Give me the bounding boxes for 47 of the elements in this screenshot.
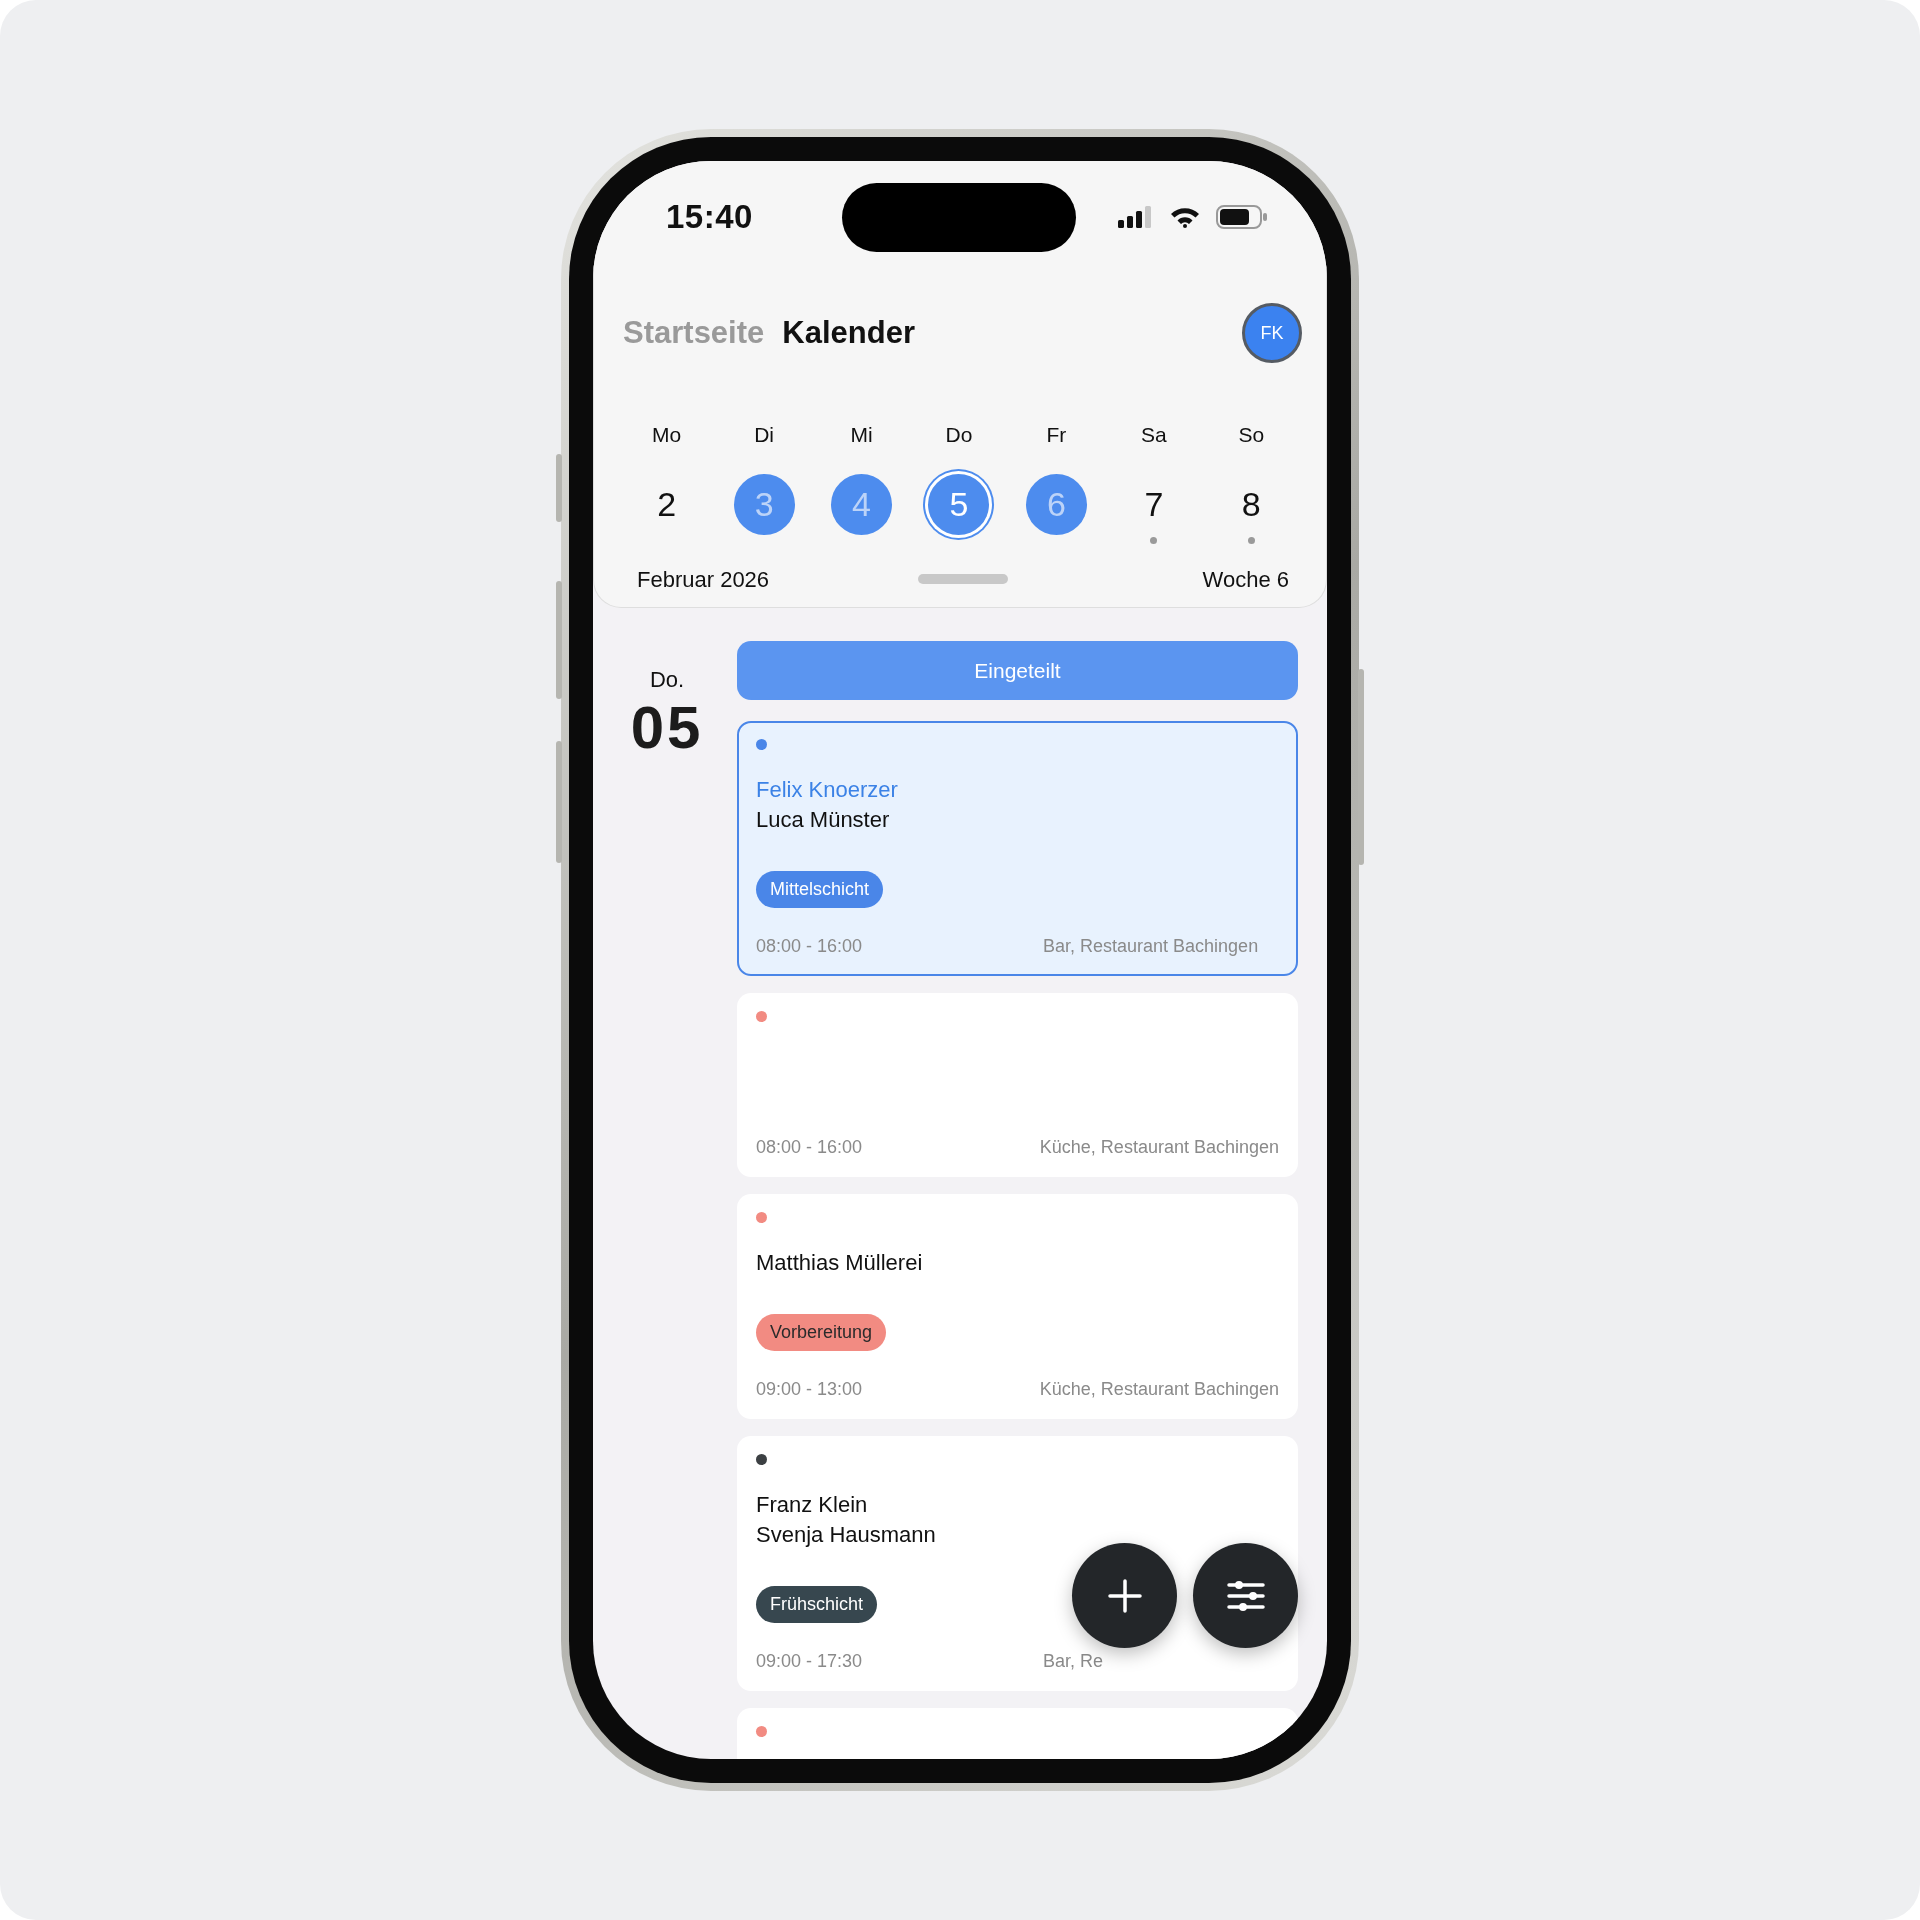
day-button[interactable]: 7 <box>1123 474 1185 535</box>
weekday-label: Do. <box>648 666 686 694</box>
shift-card[interactable]: 08:00 - 16:00 Küche, Restaurant Bachingen <box>737 993 1298 1177</box>
day-number: 05 <box>629 698 705 758</box>
day-button[interactable]: 2 <box>636 474 698 535</box>
weekday-label: So <box>1237 422 1266 448</box>
weekday-label: Sa <box>1140 422 1168 448</box>
shift-tag: Frühschicht <box>756 1586 878 1623</box>
shift-card[interactable]: Felix Knoerzer Luca Münster Mittelschicht 08:00 - 16:00 Bar, Restaurant Bachingen <box>737 721 1298 976</box>
shift-card[interactable]: Matthias Müllerei Vorbereitung 09:00 - 13:00 Küche, Restaurant Bachingen <box>737 1194 1298 1419</box>
weekday-label: Di <box>753 422 776 448</box>
employee-name: Matthias Müllerei <box>756 1249 924 1277</box>
nav-tab[interactable]: Kalender <box>777 309 920 357</box>
battery-icon <box>1216 205 1268 229</box>
month-label: Februar 2026 <box>637 565 771 594</box>
wifi-icon <box>1170 206 1200 228</box>
shift-location: Bar, Restaurant Bachingen <box>1043 935 1260 957</box>
day-button[interactable]: 8 <box>1220 474 1282 535</box>
employee-name: Luca Münster <box>756 806 891 834</box>
week-label: Woche 6 <box>1201 565 1289 594</box>
shift-location: Bar, Re <box>1043 1650 1105 1672</box>
shift-time: 09:00 - 13:00 <box>756 1378 863 1400</box>
nav-tab[interactable]: Startseite <box>618 309 770 357</box>
status-time: 15:40 <box>666 197 753 238</box>
shift-time: 08:00 - 16:00 <box>756 935 863 957</box>
shift-tag: Mittelschicht <box>756 871 884 908</box>
weekday-label: Do <box>944 422 974 448</box>
shift-time: 08:00 - 16:00 <box>756 1136 863 1158</box>
plus-icon <box>1106 1577 1143 1614</box>
shift-location: Küche, Restaurant Bachingen <box>1039 1378 1279 1400</box>
filter-toggle-button[interactable]: Eingeteilt <box>737 641 1298 700</box>
employee-name: Felix Knoerzer <box>756 776 899 804</box>
shift-location: Küche, Restaurant Bachingen <box>1039 1136 1279 1158</box>
day-button[interactable]: 4 <box>831 474 893 535</box>
day-button[interactable]: 6 <box>1025 474 1087 535</box>
drag-handle[interactable] <box>918 574 1008 584</box>
weekday-label: Mo <box>651 422 683 448</box>
weekday-label: Fr <box>1045 422 1068 448</box>
user-avatar[interactable]: FK <box>1242 303 1302 363</box>
day-button[interactable]: 3 <box>733 474 795 535</box>
employee-name: Svenja Hausmann <box>756 1521 937 1549</box>
signal-icon <box>1118 206 1154 228</box>
shift-tag: Vorbereitung <box>756 1314 887 1351</box>
employee-name: Franz Klein <box>756 1491 869 1519</box>
sliders-icon <box>1226 1579 1265 1612</box>
weekday-label: Mi <box>849 422 874 448</box>
shift-time: 09:00 - 17:30 <box>756 1650 863 1672</box>
